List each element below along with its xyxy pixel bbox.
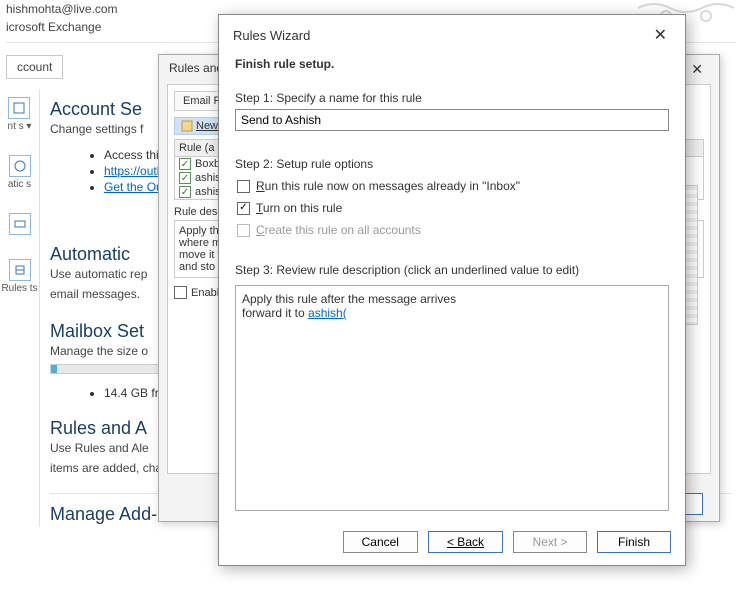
option-all-accounts: Create this rule on all accounts [237,223,669,237]
next-label: Next > [532,535,567,549]
option-label: Turn on this rule [256,201,342,215]
next-button: Next > [513,531,587,553]
step2-label: Step 2: Setup rule options [235,157,669,171]
option-label: Create this rule on all accounts [256,223,421,237]
checkbox-checked-icon[interactable] [237,202,250,215]
review-description-box: Apply this rule after the message arrive… [235,285,669,511]
finish-button[interactable]: Finish [597,531,671,553]
new-rule-icon [181,120,193,132]
check-icon: ✓ [179,172,191,184]
back-label: < Back [447,535,484,549]
settings-sidebar: nt s ▾ atic s Rules ts [0,89,40,527]
forward-recipient-link[interactable]: ashish( [308,306,347,320]
wizard-heading: Finish rule setup. [235,57,669,71]
option-label: Run this rule now on messages already in… [256,179,520,193]
step3-label: Step 3: Review rule description (click a… [235,263,669,277]
sidebar-label: nt s ▾ [8,121,32,132]
automatic-icon [9,155,31,177]
option-turn-on[interactable]: Turn on this rule [237,201,669,215]
sidebar-item-account[interactable]: nt s ▾ [8,97,32,133]
cancel-button[interactable]: Cancel [343,531,418,553]
review-prefix: forward it to [242,306,308,320]
mailbox-icon [9,213,31,235]
review-line: Apply this rule after the message arrive… [242,292,662,306]
back-button[interactable]: < Back [428,531,503,553]
review-line: forward it to ashish( [242,306,662,320]
checkbox-disabled-icon [237,224,250,237]
close-icon[interactable]: ✕ [650,25,671,45]
account-button[interactable]: ccount [6,55,63,79]
check-icon: ✓ [179,186,191,198]
sidebar-label: atic s [8,179,31,190]
sidebar-label: Rules ts [1,283,37,294]
checkbox-icon[interactable] [237,180,250,193]
check-icon: ✓ [179,158,191,170]
wizard-buttons: Cancel < Back Next > Finish [219,523,685,565]
step1-label: Step 1: Specify a name for this rule [235,91,669,105]
checkbox-icon[interactable] [174,286,187,299]
rules-icon [9,259,31,281]
close-icon[interactable]: ✕ [685,61,709,78]
sidebar-item-mailbox[interactable] [9,213,31,237]
rule-name-input[interactable] [235,109,669,131]
rules-wizard-dialog: Rules Wizard ✕ Finish rule setup. Step 1… [218,14,686,566]
sidebar-item-automatic[interactable]: atic s [8,155,31,191]
sidebar-item-rules[interactable]: Rules ts [1,259,37,295]
wizard-title: Rules Wizard [233,28,310,43]
account-icon [8,97,30,119]
storage-bar [50,364,170,374]
option-run-now[interactable]: Run this rule now on messages already in… [237,179,669,193]
